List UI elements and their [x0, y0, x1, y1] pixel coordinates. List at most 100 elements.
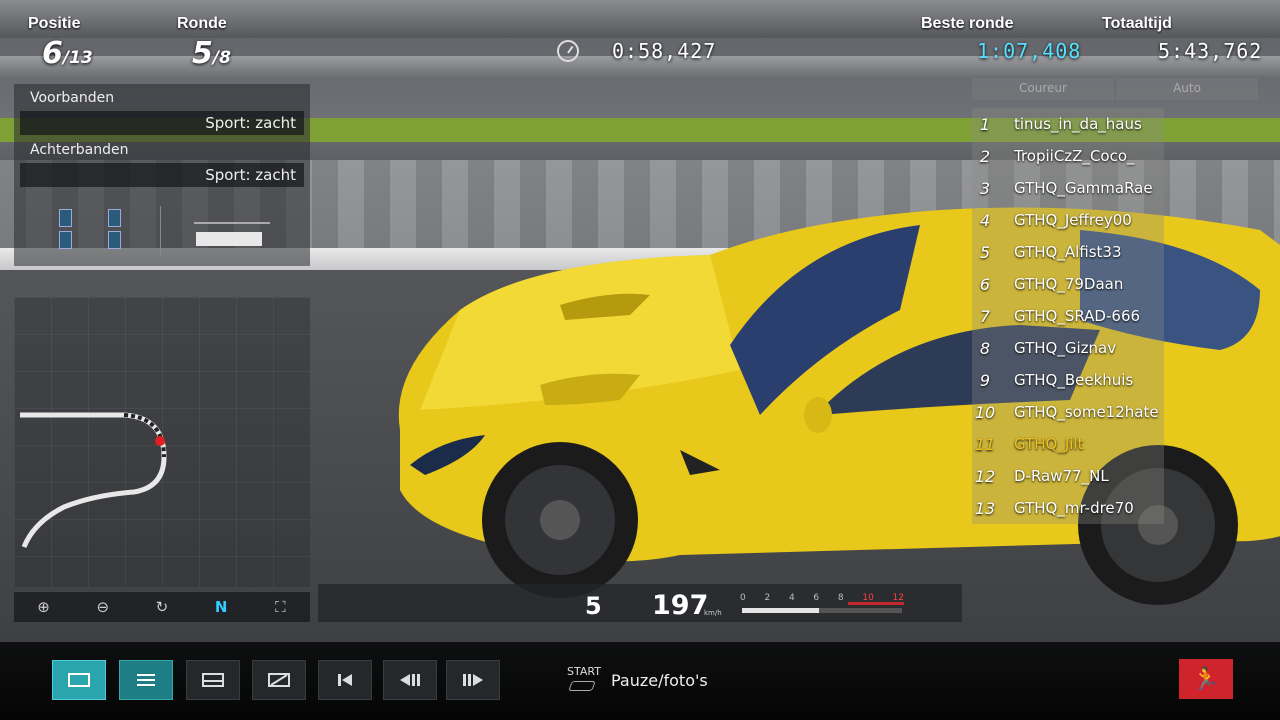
speed-value: 197 — [652, 590, 709, 621]
step-back-icon — [400, 674, 420, 686]
pause-photos-label[interactable]: Pauze/foto's — [611, 671, 708, 690]
tyre-front-right-icon — [108, 209, 121, 227]
leaderboard-row: 13 GTHQ_mr-dre70 — [972, 492, 1164, 524]
leaderboard-position: 13 — [974, 498, 996, 518]
rpm-tick-label: 8 — [837, 593, 844, 603]
tab-car[interactable]: Auto — [1116, 78, 1258, 100]
leaderboard-position: 10 — [974, 402, 996, 422]
front-tyre-value: Sport: zacht — [205, 114, 296, 132]
start-button-icon — [568, 681, 596, 691]
tyre-front-left-icon — [59, 209, 72, 227]
rpm-tick-label: 6 — [813, 593, 820, 603]
leaderboard-row: 5 GTHQ_Alfist33 — [972, 236, 1164, 268]
leaderboard-row: 3 GTHQ_GammaRae — [972, 172, 1164, 204]
window-icon — [68, 673, 90, 687]
rear-tyre-bar: Sport: zacht — [20, 163, 304, 187]
leaderboard-position: 4 — [979, 210, 991, 230]
leaderboard-driver-name: GTHQ_79Daan — [1014, 275, 1124, 293]
zoom-in-icon[interactable]: ⊕ — [32, 595, 56, 619]
leaderboard-driver-name: tinus_in_da_haus — [1014, 115, 1142, 133]
skip-back-icon — [338, 674, 352, 686]
leaderboard-position: 3 — [979, 178, 991, 198]
fuel-level — [196, 232, 262, 246]
stopwatch-icon — [557, 40, 579, 62]
zoom-out-icon[interactable]: ⊖ — [91, 595, 115, 619]
leaderboard-driver-name: GTHQ_GammaRae — [1014, 179, 1153, 197]
position-label: Positie — [28, 15, 81, 32]
leaderboard-driver-name: D-Raw77_NL — [1014, 467, 1109, 485]
leaderboard-driver-name: GTHQ_Alfist33 — [1014, 243, 1122, 261]
diagonal-view-icon — [268, 673, 290, 687]
speed-unit: km/h — [704, 609, 722, 617]
leaderboard-row: 8 GTHQ_Giznav — [972, 332, 1164, 364]
rpm-bar — [742, 608, 902, 613]
rotate-icon[interactable]: ↻ — [150, 595, 174, 619]
view-split-button[interactable] — [186, 660, 240, 700]
front-tyre-label: Voorbanden — [30, 90, 115, 106]
leaderboard-row: 2 TropiiCzZ_Coco_ — [972, 140, 1164, 172]
position-value: 6/13 — [42, 36, 93, 71]
leaderboard-row: 9 GTHQ_Beekhuis — [972, 364, 1164, 396]
leaderboard-row: 10 GTHQ_some12hate — [972, 396, 1164, 428]
leaderboard-position: 11 — [974, 434, 996, 454]
leaderboard-position: 9 — [979, 370, 991, 390]
tyre-rear-left-icon — [59, 231, 72, 249]
track-map-outline — [20, 412, 167, 548]
rpm-redline — [848, 602, 904, 605]
leaderboard-position: 6 — [979, 274, 991, 294]
leaderboard-position: 2 — [979, 146, 991, 166]
view-single-button[interactable] — [52, 660, 106, 700]
leaderboard-driver-name: GTHQ_mr-dre70 — [1014, 499, 1134, 517]
lap-label: Ronde — [177, 15, 227, 32]
lap-value: 5/8 — [192, 36, 231, 71]
tyre-divider — [160, 206, 161, 256]
leaderboard-driver-name: GTHQ_Beekhuis — [1014, 371, 1134, 389]
leaderboard-row: 4 GTHQ_Jeffrey00 — [972, 204, 1164, 236]
step-back-button[interactable] — [383, 660, 437, 700]
exit-button[interactable]: 🏃 — [1179, 659, 1233, 699]
leaderboard-driver-name: GTHQ_Jeffrey00 — [1014, 211, 1132, 229]
rpm-tick-label: 2 — [764, 593, 771, 603]
rear-tyre-label: Achterbanden — [30, 142, 129, 158]
map-toolbar: ⊕ ⊖ ↻ N ⛶ — [14, 592, 310, 622]
rear-tyre-value: Sport: zacht — [205, 166, 296, 184]
running-person-icon: 🏃 — [1192, 666, 1220, 692]
skip-back-button[interactable] — [318, 660, 372, 700]
total-time: 5:43,762 — [1158, 39, 1263, 63]
leaderboard-position: 7 — [979, 306, 991, 326]
leaderboard-driver-name: GTHQ_Giznav — [1014, 339, 1117, 357]
step-forward-button[interactable] — [446, 660, 500, 700]
step-forward-icon — [463, 674, 483, 686]
fit-map-icon[interactable]: ⛶ — [268, 595, 292, 619]
leaderboard-tabs: Coureur Auto — [972, 78, 1260, 100]
view-list-button[interactable] — [119, 660, 173, 700]
best-lap-label: Beste ronde — [921, 15, 1014, 32]
rpm-tick-label: 12 — [892, 593, 904, 603]
player-marker — [155, 436, 165, 446]
leaderboard: 1 tinus_in_da_haus 2 TropiiCzZ_Coco_ 3 GTHQ_G… — [972, 108, 1164, 524]
leaderboard-driver-name: GTHQ_Jilt — [1014, 435, 1084, 453]
tab-driver[interactable]: Coureur — [972, 78, 1114, 100]
rpm-fill — [742, 608, 819, 613]
start-button-label: START — [567, 665, 601, 678]
rpm-tick-label: 4 — [788, 593, 795, 603]
leaderboard-row: 12 D-Raw77_NL — [972, 460, 1164, 492]
view-diagonal-button[interactable] — [252, 660, 306, 700]
split-view-icon — [202, 673, 224, 687]
leaderboard-row: 7 GTHQ_SRAD-666 — [972, 300, 1164, 332]
rpm-scale: 0 2 4 6 8 10 12 — [740, 593, 904, 603]
front-tyre-bar: Sport: zacht — [20, 111, 304, 135]
tyre-rear-right-icon — [108, 231, 121, 249]
leaderboard-driver-name: GTHQ_SRAD-666 — [1014, 307, 1141, 325]
rpm-tick-label: 10 — [862, 593, 874, 603]
leaderboard-driver-name: TropiiCzZ_Coco_ — [1014, 147, 1135, 165]
leaderboard-position: 1 — [979, 114, 991, 134]
leaderboard-row: 1 tinus_in_da_haus — [972, 108, 1164, 140]
list-icon — [137, 674, 155, 686]
rpm-tick-label: 0 — [740, 593, 746, 603]
gear-indicator: 5 — [585, 592, 602, 620]
track-map — [14, 297, 310, 587]
leaderboard-position: 8 — [979, 338, 991, 358]
leaderboard-row: 6 GTHQ_79Daan — [972, 268, 1164, 300]
north-icon[interactable]: N — [209, 595, 233, 619]
